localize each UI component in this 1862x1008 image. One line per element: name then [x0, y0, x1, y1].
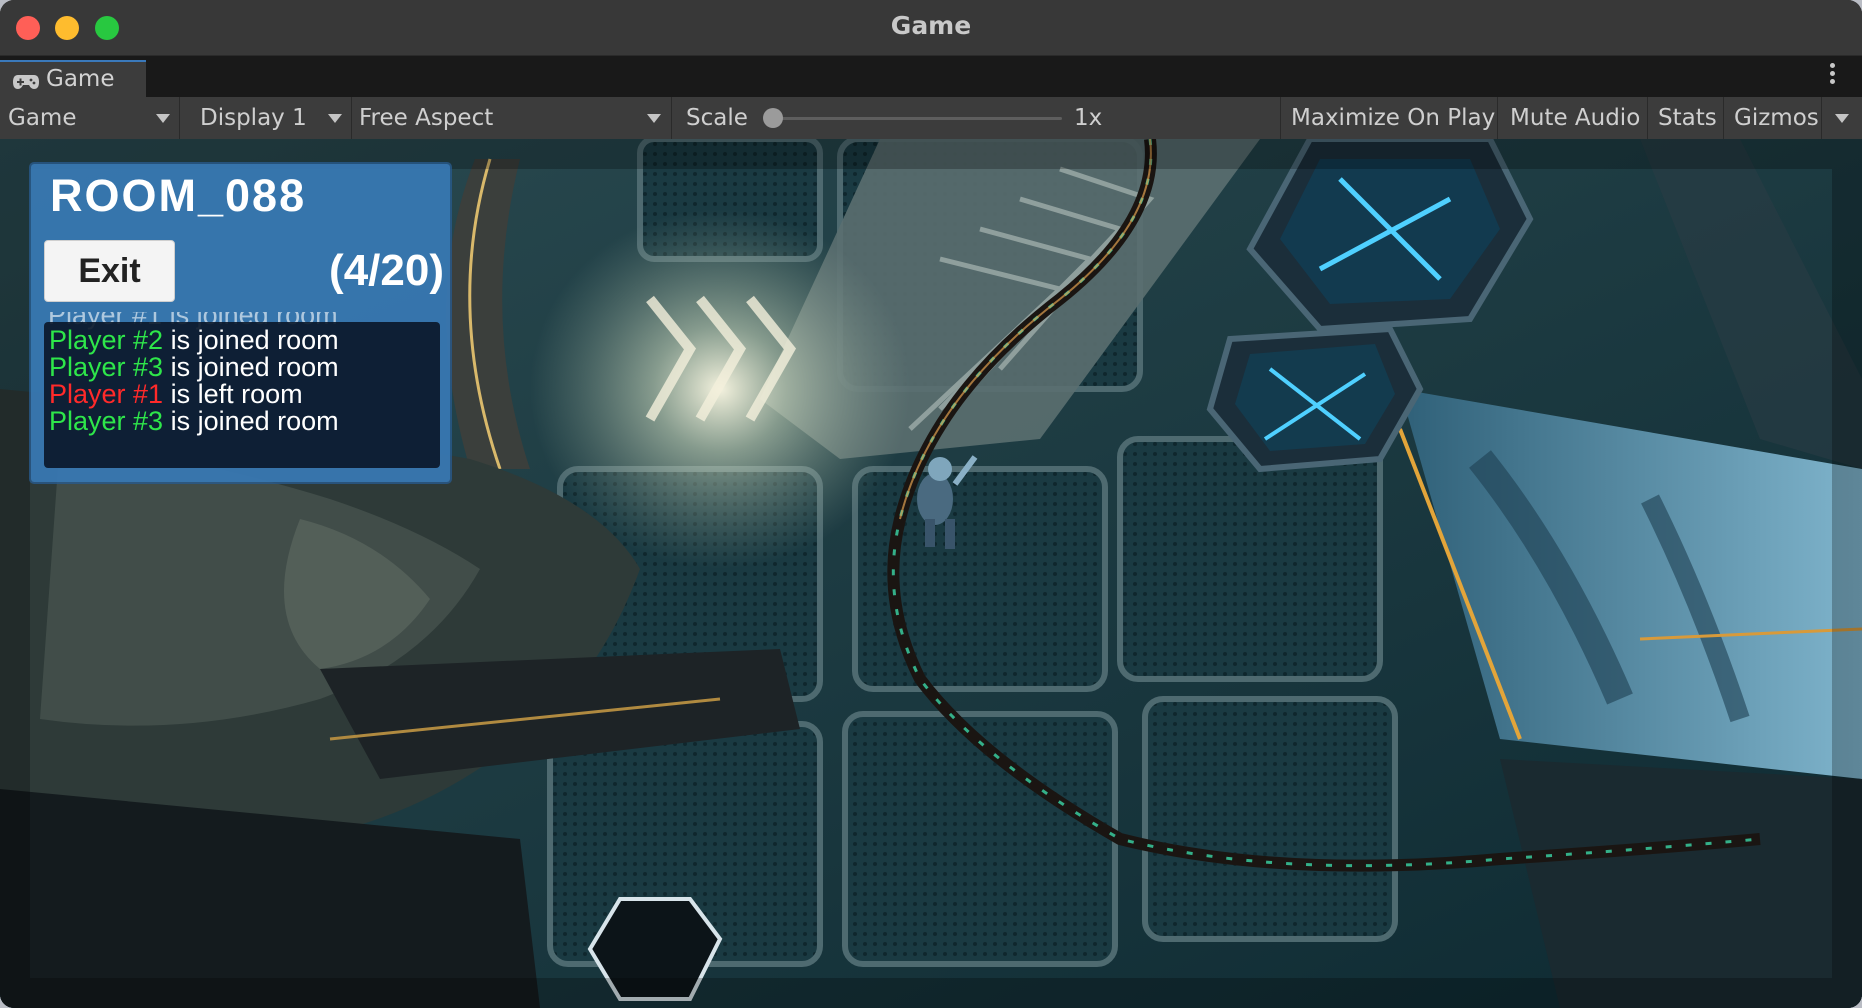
tab-game-label: Game: [46, 66, 115, 92]
log-action: is joined room: [163, 325, 339, 355]
editor-window: Game Game Game Display 1 Free Aspect Sca…: [0, 0, 1862, 1008]
stats-toggle[interactable]: Stats: [1649, 97, 1724, 139]
chevron-down-icon: [1835, 114, 1849, 123]
log-action: is joined room: [163, 352, 339, 382]
more-options-icon[interactable]: [1830, 63, 1836, 87]
display-dropdown[interactable]: Display 1: [181, 97, 352, 139]
display-label: Display 1: [200, 105, 307, 131]
scale-label: Scale: [686, 105, 748, 131]
tab-game[interactable]: Game: [0, 60, 146, 97]
log-action: is left room: [163, 379, 303, 409]
log-line: Player #3 is joined room: [49, 406, 339, 437]
log-player-name: Player #3: [49, 406, 164, 436]
room-panel: ROOM_088 Exit (4/20) Player #1 is joined…: [31, 164, 450, 482]
window-title: Game: [890, 11, 972, 40]
mute-audio-toggle[interactable]: Mute Audio: [1499, 97, 1648, 139]
gizmos-toggle[interactable]: Gizmos: [1725, 97, 1822, 139]
maximize-on-play-label: Maximize On Play: [1291, 105, 1496, 131]
log-player-name: Player #2: [49, 325, 164, 355]
game-viewport[interactable]: ROOM_088 Exit (4/20) Player #1 is joined…: [0, 139, 1862, 1008]
log-player-name: Player #3: [49, 352, 164, 382]
log-action: is joined room: [163, 406, 339, 436]
room-event-log[interactable]: Player #2 is joined room Player #3 is jo…: [44, 322, 440, 468]
gizmos-label: Gizmos: [1734, 105, 1819, 131]
player-count: (4/20): [329, 246, 444, 295]
exit-button[interactable]: Exit: [44, 240, 175, 302]
game-toolbar: Game Display 1 Free Aspect Scale 1x Maxi…: [0, 97, 1862, 140]
stats-label: Stats: [1658, 105, 1717, 131]
maximize-on-play-toggle[interactable]: Maximize On Play: [1280, 97, 1498, 139]
tab-bar: Game: [0, 56, 1862, 97]
scale-slider-track[interactable]: [774, 117, 1062, 120]
log-player-name: Player #1: [49, 379, 164, 409]
gizmos-menu-button[interactable]: [1823, 97, 1862, 139]
mute-audio-label: Mute Audio: [1510, 105, 1641, 131]
aspect-label: Free Aspect: [359, 105, 494, 131]
gamepad-icon: [12, 71, 40, 97]
title-bar: Game: [0, 0, 1862, 56]
aspect-dropdown[interactable]: Free Aspect: [353, 97, 672, 139]
view-mode-dropdown[interactable]: Game: [0, 97, 180, 139]
room-name: ROOM_088: [50, 170, 307, 221]
scale-value: 1x: [1074, 105, 1103, 131]
scale-slider-handle[interactable]: [763, 108, 783, 128]
chevron-down-icon: [647, 114, 661, 123]
chevron-down-icon: [328, 114, 342, 123]
chevron-down-icon: [156, 114, 170, 123]
view-mode-label: Game: [8, 105, 77, 131]
